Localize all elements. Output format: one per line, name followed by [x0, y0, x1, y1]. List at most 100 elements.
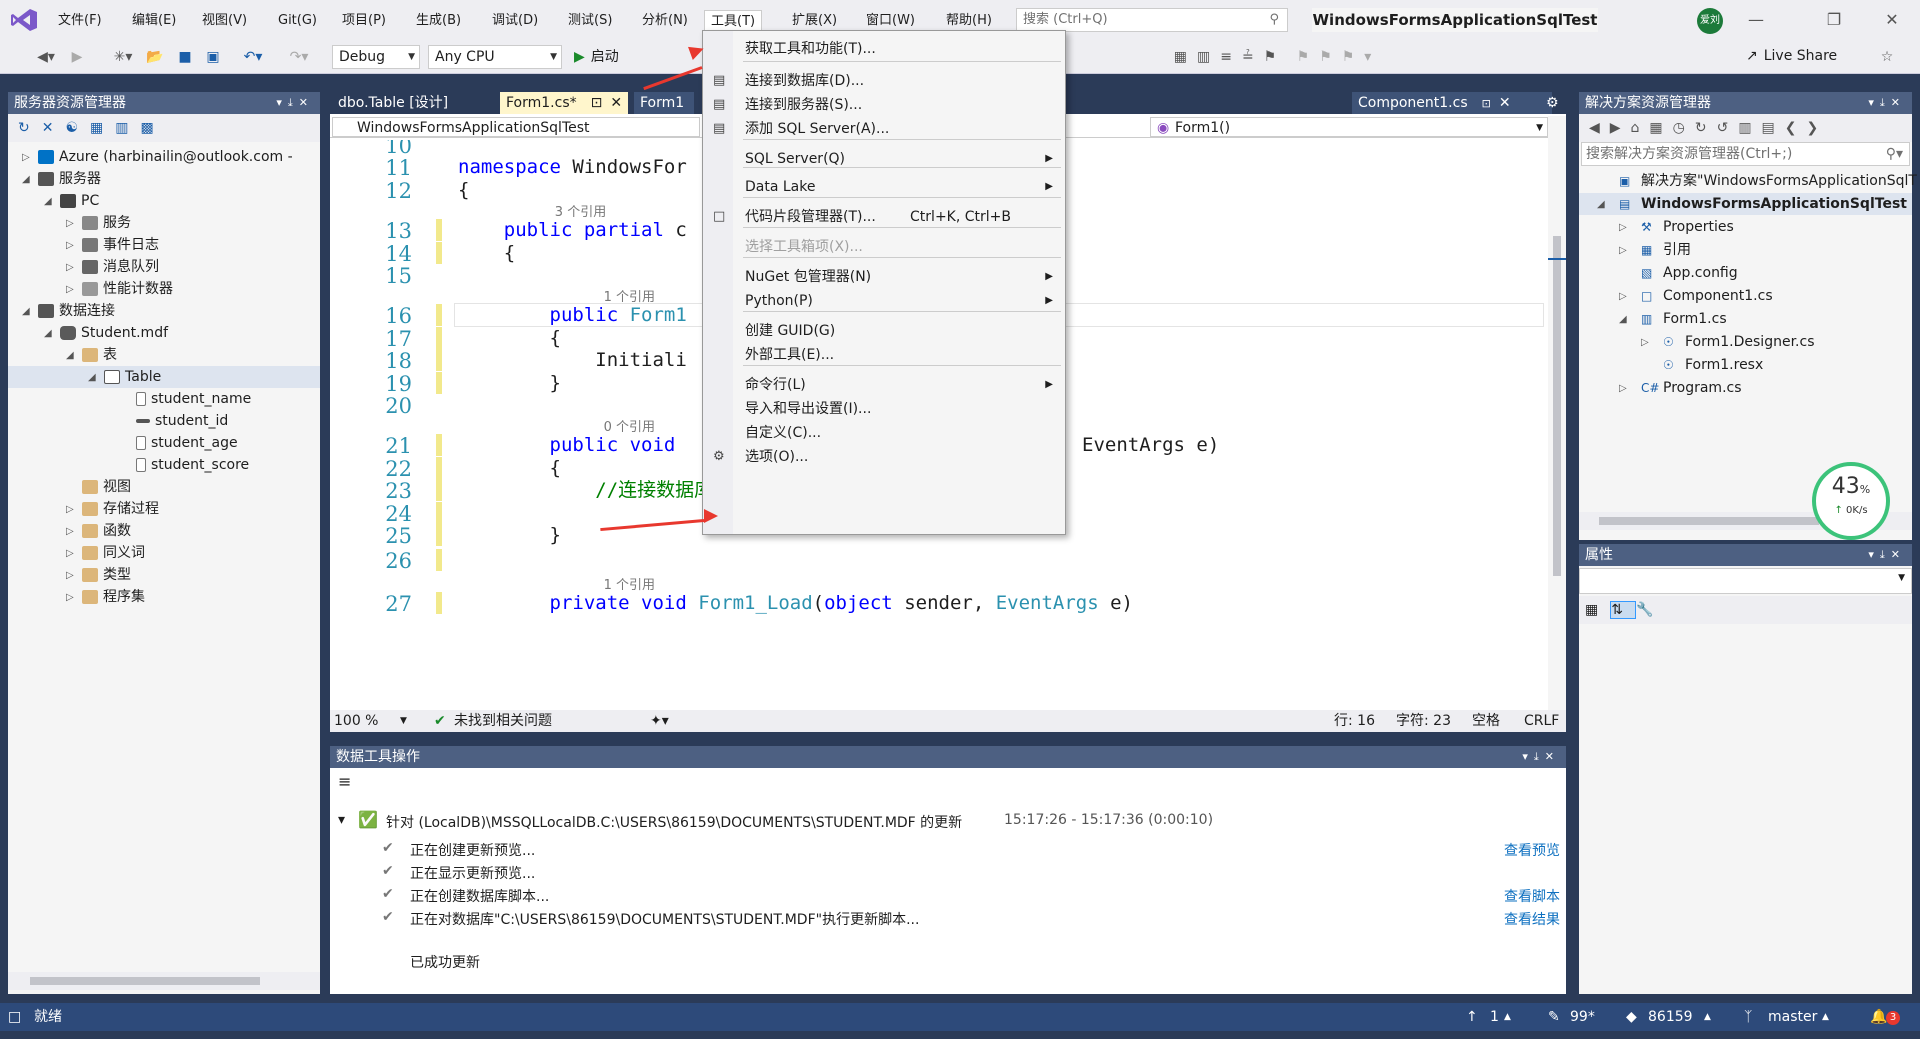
- expand-icon[interactable]: ◢: [1597, 199, 1605, 210]
- new-project-icon[interactable]: ✳▾: [106, 46, 140, 68]
- pin-icon[interactable]: ⊡: [591, 95, 603, 111]
- repo-icon[interactable]: ◆: [1626, 1003, 1637, 1031]
- brush-icon[interactable]: ✦▾: [650, 710, 669, 732]
- code-lens-reference[interactable]: 3 个引用: [555, 201, 606, 220]
- solution-tree-item[interactable]: ▣ 解决方案"WindowsFormsApplicationSqlT: [1619, 170, 1917, 192]
- minimize-button[interactable]: —: [1734, 6, 1778, 34]
- tools-menu-item[interactable]: Python(P) ▶: [703, 289, 1065, 313]
- code-line[interactable]: {: [458, 457, 561, 479]
- solution-tree-item[interactable]: □ Component1.cs: [1641, 285, 1773, 307]
- server-tree-item[interactable]: student_name: [136, 388, 251, 410]
- panel-tools-icon[interactable]: ▾⤓✕: [1868, 92, 1906, 114]
- expand-icon[interactable]: ◢: [22, 306, 30, 317]
- menu-item-6[interactable]: 调试(D): [486, 10, 544, 32]
- branch-name[interactable]: master: [1768, 1003, 1817, 1031]
- server-explorer-toolbar[interactable]: ↻✕☯▦▥▩: [8, 114, 320, 142]
- server-tree-item[interactable]: 数据连接: [38, 300, 115, 322]
- menu-item-11[interactable]: 窗口(W): [860, 10, 921, 32]
- collapse-icon[interactable]: ▷: [66, 526, 74, 537]
- code-line[interactable]: Initiali: [458, 349, 687, 371]
- solution-tree-item[interactable]: ▧ App.config: [1641, 262, 1738, 284]
- collapse-icon[interactable]: ▷: [66, 240, 74, 251]
- pencil-icon[interactable]: ✎: [1548, 1003, 1560, 1031]
- collapse-icon[interactable]: ▷: [66, 548, 74, 559]
- server-tree-item[interactable]: student_age: [136, 432, 238, 454]
- tools-menu-item[interactable]: 选项(O)... ⚙: [703, 445, 1065, 469]
- tools-menu-item[interactable]: 添加 SQL Server(A)... ▤: [703, 117, 1065, 141]
- code-line[interactable]: public partial c: [458, 219, 687, 241]
- server-tree-item[interactable]: 同义词: [82, 542, 145, 564]
- server-tree-item[interactable]: 存储过程: [82, 498, 159, 520]
- server-tree-item[interactable]: 消息队列: [82, 256, 159, 278]
- start-button[interactable]: ▶ 启动: [574, 46, 638, 68]
- server-tree-item[interactable]: 类型: [82, 564, 131, 586]
- server-tree-item[interactable]: 函数: [82, 520, 131, 542]
- menu-item-2[interactable]: 视图(V): [196, 10, 253, 32]
- editor-tools-icons[interactable]: ▦▥≡≟⚑: [1140, 46, 1320, 68]
- collapse-icon[interactable]: ▷: [1619, 245, 1627, 256]
- push-icon[interactable]: ↑: [1466, 1003, 1478, 1031]
- server-tree-item[interactable]: Azure (harbinailin@outlook.com -: [38, 146, 293, 168]
- collapse-icon[interactable]: ▷: [1619, 291, 1627, 302]
- wrench-icon[interactable]: 🔧: [1636, 602, 1665, 618]
- code-line[interactable]: private void Form1_Load(object sender, E…: [458, 592, 1133, 614]
- close-button[interactable]: ✕: [1870, 6, 1914, 34]
- expand-icon[interactable]: ◢: [44, 328, 52, 339]
- collapse-icon[interactable]: ▷: [66, 284, 74, 295]
- clear-list-icon[interactable]: ≡: [330, 768, 1566, 796]
- tools-menu-item[interactable]: 连接到数据库(D)... ▤: [703, 69, 1065, 93]
- server-tree-item[interactable]: 事件日志: [82, 234, 159, 256]
- feedback-icon[interactable]: ☆: [1876, 46, 1898, 68]
- line-number[interactable]: 行: 16: [1334, 710, 1375, 732]
- server-tree-item[interactable]: 服务: [82, 212, 131, 234]
- notification-icon[interactable]: 🔔: [1870, 1003, 1887, 1031]
- save-icon[interactable]: ■: [176, 46, 194, 68]
- solution-tree-item[interactable]: ☉ Form1.resx: [1663, 354, 1763, 376]
- server-tree-item[interactable]: student_score: [136, 454, 249, 476]
- pending-changes[interactable]: 99*: [1570, 1003, 1595, 1031]
- save-all-icon[interactable]: ▣: [204, 46, 222, 68]
- solution-tree-item[interactable]: ▥ Form1.cs: [1641, 308, 1727, 330]
- branch-icon[interactable]: ᛉ: [1744, 1003, 1752, 1031]
- solution-search-input[interactable]: 搜索解决方案资源管理器(Ctrl+;) ⚲▾: [1581, 142, 1910, 166]
- expand-icon[interactable]: ◢: [88, 372, 96, 383]
- close-icon[interactable]: ✕: [1499, 95, 1511, 111]
- server-tree-item[interactable]: PC: [60, 190, 99, 212]
- code-line[interactable]: {: [458, 327, 561, 349]
- indent-mode[interactable]: 空格: [1472, 710, 1500, 732]
- solution-tree-item[interactable]: ☉ Form1.Designer.cs: [1663, 331, 1815, 353]
- project-nav-select[interactable]: WindowsFormsApplicationSqlTest: [332, 117, 700, 137]
- bookmark-icons[interactable]: ⚑⚑⚑▾: [1294, 46, 1384, 68]
- tools-menu-item[interactable]: Data Lake ▶: [703, 175, 1065, 199]
- code-lens-reference[interactable]: 0 个引用: [604, 416, 655, 435]
- tools-menu-item[interactable]: 自定义(C)...: [703, 421, 1065, 445]
- collapse-icon[interactable]: ▷: [66, 262, 74, 273]
- collapse-icon[interactable]: ▷: [1619, 222, 1627, 233]
- categorized-icon[interactable]: ▦: [1585, 602, 1610, 618]
- tab-overflow-icon[interactable]: ⚙: [1540, 92, 1566, 114]
- expand-icon[interactable]: ◢: [44, 196, 52, 207]
- tab-form1-design[interactable]: Form1: [634, 92, 694, 114]
- properties-toolbar[interactable]: ▦⇅🔧: [1579, 596, 1912, 624]
- menu-item-10[interactable]: 扩展(X): [786, 10, 843, 32]
- collapse-icon[interactable]: ▷: [66, 218, 74, 229]
- menu-item-3[interactable]: Git(G): [272, 10, 323, 32]
- redo-icon[interactable]: ↷▾: [284, 46, 314, 68]
- step-link[interactable]: 查看结果: [1504, 909, 1560, 929]
- menu-item-12[interactable]: 帮助(H): [940, 10, 998, 32]
- solution-tree-item[interactable]: ▦ 引用: [1641, 239, 1691, 261]
- code-line-tail[interactable]: EventArgs e): [1082, 434, 1219, 456]
- step-link[interactable]: 查看脚本: [1504, 886, 1560, 906]
- step-link[interactable]: 查看预览: [1504, 840, 1560, 860]
- menu-item-0[interactable]: 文件(F): [52, 10, 108, 32]
- panel-tools-icon[interactable]: ▾⤓✕: [1522, 746, 1560, 768]
- code-line[interactable]: }: [458, 372, 561, 394]
- menu-item-7[interactable]: 测试(S): [562, 10, 618, 32]
- zoom-level[interactable]: 100 %: [334, 710, 378, 732]
- collapse-icon[interactable]: ▷: [66, 504, 74, 515]
- line-ending[interactable]: CRLF: [1524, 710, 1559, 732]
- back-icon[interactable]: ◀▾: [28, 46, 64, 68]
- server-tree-item[interactable]: Table: [8, 366, 320, 388]
- restore-button[interactable]: ❐: [1812, 6, 1856, 34]
- server-tree-item[interactable]: Student.mdf: [60, 322, 168, 344]
